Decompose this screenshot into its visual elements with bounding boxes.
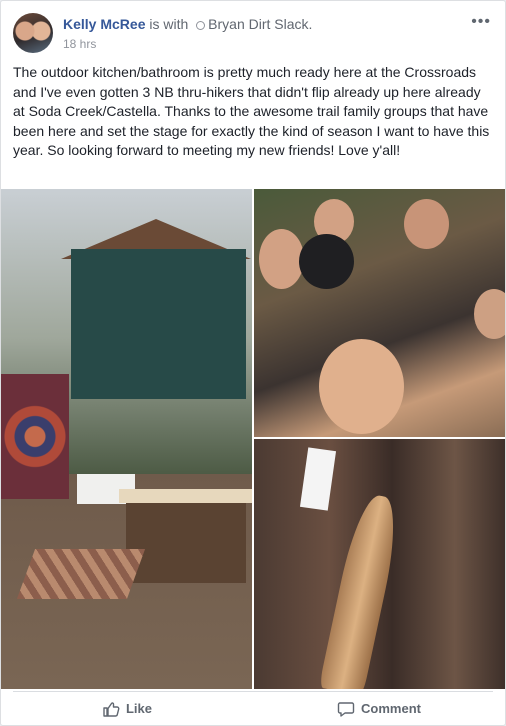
cabinet-shelves bbox=[126, 503, 246, 583]
action-bar: Like Comment bbox=[1, 692, 505, 725]
more-options-icon[interactable]: ••• bbox=[471, 13, 491, 31]
shed-wall bbox=[71, 249, 246, 399]
photo-tree-carving[interactable] bbox=[254, 439, 505, 689]
hiker-face bbox=[404, 199, 449, 249]
friend-tag-icon bbox=[196, 21, 206, 30]
like-button[interactable]: Like bbox=[1, 692, 253, 725]
with-text: is with bbox=[145, 16, 193, 32]
comment-button[interactable]: Comment bbox=[253, 692, 505, 725]
photo-outdoor-kitchen[interactable] bbox=[1, 189, 252, 689]
counter-top bbox=[119, 489, 252, 503]
post-timestamp[interactable]: 18 hrs bbox=[63, 37, 96, 51]
tagged-friend-link[interactable]: Bryan Dirt Slack. bbox=[208, 16, 312, 32]
wood-carving bbox=[318, 491, 405, 689]
tapestry bbox=[1, 374, 69, 499]
hiker-face bbox=[474, 289, 505, 339]
post-header: Kelly McRee is with Bryan Dirt Slack. 18… bbox=[13, 13, 493, 57]
thumbs-up-icon bbox=[103, 701, 120, 717]
post-card: Kelly McRee is with Bryan Dirt Slack. 18… bbox=[0, 0, 506, 726]
dog-head bbox=[299, 234, 354, 289]
comment-label: Comment bbox=[361, 701, 421, 716]
author-avatar[interactable] bbox=[13, 13, 53, 53]
photo-hikers-selfie[interactable] bbox=[254, 189, 505, 437]
speech-bubble-icon bbox=[337, 701, 355, 717]
floor-rug bbox=[16, 549, 146, 599]
hiker-face bbox=[319, 339, 404, 434]
hiker-face bbox=[259, 229, 304, 289]
like-label: Like bbox=[125, 701, 152, 716]
author-line: Kelly McRee is with Bryan Dirt Slack. bbox=[63, 16, 312, 32]
author-name-link[interactable]: Kelly McRee bbox=[63, 16, 145, 32]
paper-note bbox=[299, 447, 337, 511]
post-text: The outdoor kitchen/bathroom is pretty m… bbox=[13, 64, 490, 158]
